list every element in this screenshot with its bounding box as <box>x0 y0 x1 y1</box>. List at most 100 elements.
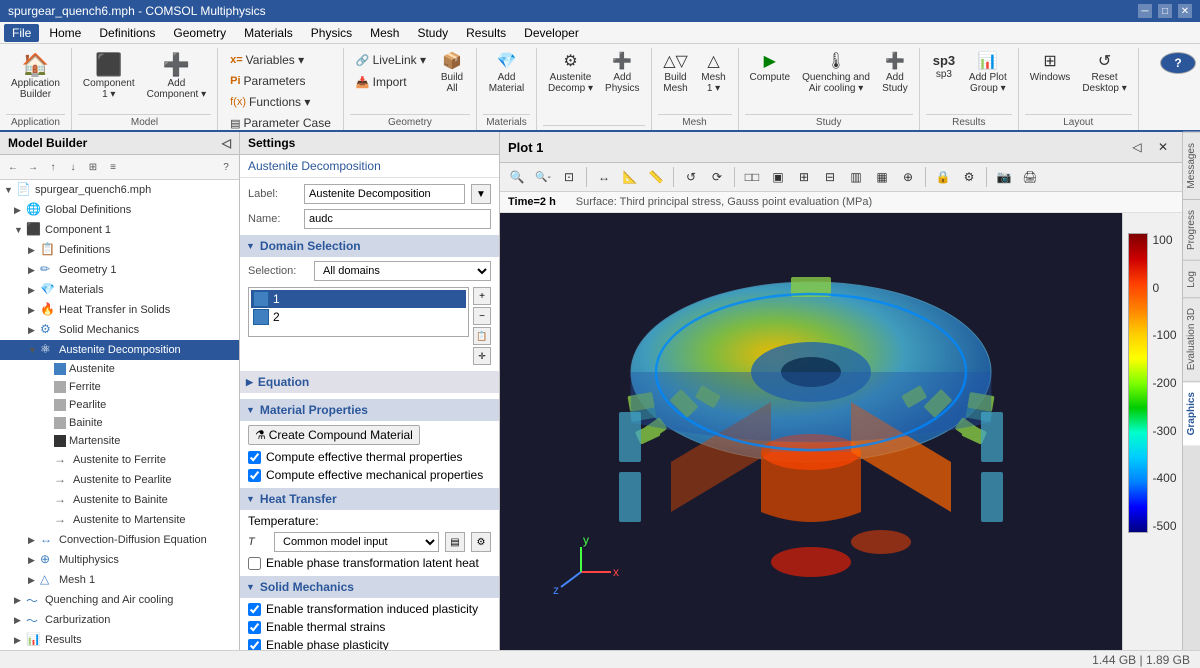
zoom-out-btn[interactable]: 🔍- <box>532 166 554 188</box>
tool3-btn[interactable]: 📏 <box>645 166 667 188</box>
scene-btn[interactable]: □□ <box>741 166 763 188</box>
tree-item[interactable]: ▶ ⚙ Solid Mechanics <box>0 320 239 340</box>
nav-back-button[interactable]: ← <box>4 158 22 176</box>
add-plot-group-button[interactable]: 📊 Add PlotGroup ▾ <box>964 50 1012 98</box>
tree-item[interactable]: ▶ 📋 Definitions <box>0 240 239 260</box>
tree-item[interactable]: ▶ 📊 Results <box>0 630 239 650</box>
plot-canvas[interactable]: x y z <box>500 213 1122 650</box>
label-btn[interactable]: ▼ <box>471 184 491 204</box>
tree-item[interactable]: ▶ 💎 Materials <box>0 280 239 300</box>
help-tree-button[interactable]: ? <box>217 158 235 176</box>
tab-progress[interactable]: Progress <box>1183 199 1200 260</box>
plasticity-checkbox[interactable] <box>248 603 261 616</box>
temp-btn2[interactable]: ⚙ <box>471 532 491 552</box>
tree-item[interactable]: → Austenite to Pearlite <box>0 470 239 490</box>
window-controls[interactable]: ─ □ ✕ <box>1138 4 1192 18</box>
thermal-props-checkbox[interactable] <box>248 451 261 464</box>
add-physics-button[interactable]: ➕ AddPhysics <box>600 50 644 98</box>
zoom-in-btn[interactable]: 🔍 <box>506 166 528 188</box>
add-study-button[interactable]: ➕ AddStudy <box>877 50 913 98</box>
parameter-case-button[interactable]: ▤ Parameter Case <box>224 113 337 132</box>
equation-header[interactable]: ▶ Equation <box>240 371 499 393</box>
list-view-button[interactable]: ≡ <box>104 158 122 176</box>
tree-item[interactable]: → Austenite to Ferrite <box>0 450 239 470</box>
settings-btn[interactable]: ⚙ <box>958 166 980 188</box>
temp-btn1[interactable]: ▤ <box>445 532 465 552</box>
sp3-button[interactable]: sp3 sp3 <box>926 50 962 84</box>
expand-button[interactable]: ⊞ <box>84 158 102 176</box>
reset-desktop-button[interactable]: ↺ ResetDesktop ▾ <box>1077 50 1131 98</box>
menu-mesh[interactable]: Mesh <box>362 24 407 42</box>
tree-item[interactable]: Pearlite <box>0 396 239 414</box>
menu-file[interactable]: File <box>4 24 39 42</box>
tab-log[interactable]: Log <box>1183 260 1200 298</box>
menu-study[interactable]: Study <box>409 24 456 42</box>
reset-view-btn[interactable]: ⟳ <box>706 166 728 188</box>
tree-item[interactable]: → Austenite to Martensite <box>0 510 239 530</box>
plot-collapse-btn[interactable]: ◁ <box>1126 136 1148 158</box>
scene6-btn[interactable]: ▦ <box>871 166 893 188</box>
model-builder-collapse[interactable]: ◁ <box>222 136 231 150</box>
tool1-btn[interactable]: ↔ <box>593 166 615 188</box>
tab-messages[interactable]: Messages <box>1183 132 1200 199</box>
close-button[interactable]: ✕ <box>1178 4 1192 18</box>
nav-up-button[interactable]: ↑ <box>44 158 62 176</box>
camera-btn[interactable]: 📷 <box>993 166 1015 188</box>
build-all-button[interactable]: 📦 BuildAll <box>434 50 470 98</box>
scene2-btn[interactable]: ▣ <box>767 166 789 188</box>
menu-developer[interactable]: Developer <box>516 24 587 42</box>
help-button[interactable]: ? <box>1160 52 1196 74</box>
material-props-header[interactable]: ▼ Material Properties <box>240 399 499 421</box>
tree-item[interactable]: ▶ ↔ Convection-Diffusion Equation <box>0 530 239 550</box>
tree-item[interactable]: ▶ △ Mesh 1 <box>0 570 239 590</box>
tree-item[interactable]: ▶ 🔥 Heat Transfer in Solids <box>0 300 239 320</box>
plot-close-btn[interactable]: ✕ <box>1152 136 1174 158</box>
variables-button[interactable]: x= Variables ▾ <box>224 50 310 70</box>
tree-item[interactable]: ▶ ✏ Geometry 1 <box>0 260 239 280</box>
tab-evaluation-3d[interactable]: Evaluation 3D <box>1183 297 1200 380</box>
add-domain-button[interactable]: + <box>473 287 491 305</box>
menu-materials[interactable]: Materials <box>236 24 301 42</box>
move-domain-button[interactable]: ✛ <box>473 347 491 365</box>
minimize-button[interactable]: ─ <box>1138 4 1152 18</box>
add-material-button[interactable]: 💎 AddMaterial <box>484 50 530 98</box>
tree-item[interactable]: Ferrite <box>0 378 239 396</box>
scene3-btn[interactable]: ⊞ <box>793 166 815 188</box>
menu-definitions[interactable]: Definitions <box>91 24 163 42</box>
name-input[interactable] <box>304 209 491 229</box>
maximize-button[interactable]: □ <box>1158 4 1172 18</box>
nav-down-button[interactable]: ↓ <box>64 158 82 176</box>
tool2-btn[interactable]: 📐 <box>619 166 641 188</box>
quenching-button[interactable]: 🌡 Quenching andAir cooling ▾ <box>797 50 875 98</box>
tab-graphics[interactable]: Graphics <box>1183 381 1200 445</box>
create-compound-button[interactable]: ⚗ Create Compound Material <box>248 425 420 445</box>
export-btn[interactable]: 🖨 <box>1019 166 1041 188</box>
build-mesh-button[interactable]: △▽ BuildMesh <box>658 50 694 98</box>
app-builder-button[interactable]: 🏠 ApplicationBuilder <box>6 50 65 104</box>
compute-button[interactable]: ▶ Compute <box>745 50 796 87</box>
menu-home[interactable]: Home <box>41 24 89 42</box>
selection-dropdown[interactable]: All domains <box>314 261 491 281</box>
tree-item[interactable]: ▶ 🌐 Global Definitions <box>0 200 239 220</box>
latent-heat-checkbox[interactable] <box>248 557 261 570</box>
tree-item[interactable]: Martensite <box>0 432 239 450</box>
paste-domain-button[interactable]: 📋 <box>473 327 491 345</box>
domain-item-1[interactable]: 1 <box>251 290 466 308</box>
temp-dropdown[interactable]: Common model input <box>274 532 439 552</box>
tree-item[interactable]: Bainite <box>0 414 239 432</box>
tree-item-austenite[interactable]: ▼ ⚛ Austenite Decomposition <box>0 340 239 360</box>
menu-geometry[interactable]: Geometry <box>165 24 234 42</box>
tree-item[interactable]: → Austenite to Bainite <box>0 490 239 510</box>
livelink-button[interactable]: 🔗 LiveLink ▾ <box>350 50 432 70</box>
label-input[interactable] <box>304 184 465 204</box>
windows-button[interactable]: ⊞ Windows <box>1025 50 1076 87</box>
nav-forward-button[interactable]: → <box>24 158 42 176</box>
mechanical-props-checkbox[interactable] <box>248 469 261 482</box>
scene4-btn[interactable]: ⊟ <box>819 166 841 188</box>
thermal-strains-checkbox[interactable] <box>248 621 261 634</box>
import-button[interactable]: 📥 Import <box>350 72 432 92</box>
rotate-btn[interactable]: ↺ <box>680 166 702 188</box>
heat-transfer-header[interactable]: ▼ Heat Transfer <box>240 488 499 510</box>
scene7-btn[interactable]: ⊕ <box>897 166 919 188</box>
component-button[interactable]: ⬛ Component1 ▾ <box>78 50 140 104</box>
